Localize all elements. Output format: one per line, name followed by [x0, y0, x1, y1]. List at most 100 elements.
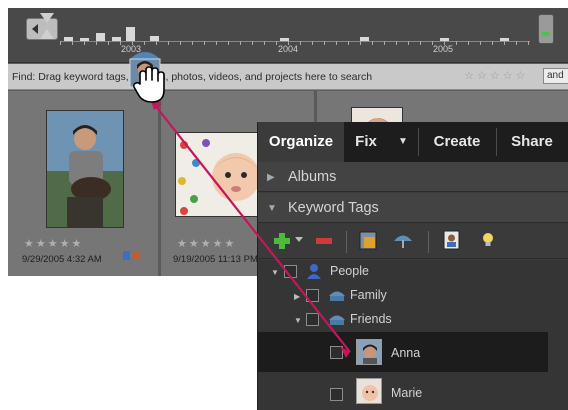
timeline-tick	[228, 41, 229, 45]
timeline-tick	[84, 41, 85, 45]
tag-checkbox[interactable]	[284, 265, 297, 278]
photo-rating-stars[interactable]: ★★★★★	[177, 237, 236, 250]
expand-triangle-icon[interactable]: ▶	[294, 292, 300, 301]
delete-tag-minus-icon[interactable]	[314, 231, 334, 251]
albums-section-label: Albums	[288, 169, 337, 185]
timeline-histogram[interactable]	[60, 16, 530, 45]
timeline-tick	[372, 41, 373, 45]
find-bar[interactable]: Find: Drag keyword tags, albums, photos,…	[8, 64, 568, 90]
timeline-tick	[216, 41, 217, 45]
albums-section-header[interactable]: ▶ Albums	[258, 162, 568, 192]
timeline-tick	[156, 41, 157, 45]
tag-category-icon	[329, 291, 345, 301]
timeline-bar[interactable]	[126, 27, 135, 41]
timeline-tick	[144, 41, 145, 45]
tag-row-friends[interactable]: ▼ Friends	[258, 308, 568, 332]
new-tag-plus-icon[interactable]	[272, 231, 292, 251]
album-badge-icon	[133, 251, 140, 260]
tag-label: People	[330, 264, 369, 278]
timeline-range-marker[interactable]	[40, 13, 54, 43]
timeline-tick	[204, 41, 205, 45]
tag-badge-icon	[123, 251, 130, 260]
timeline-tick	[300, 41, 301, 45]
tab-organize[interactable]: Organize	[258, 122, 344, 162]
timeline-tick	[60, 41, 61, 45]
tag-image-icon[interactable]	[442, 229, 462, 251]
photo-thumbnail[interactable]	[175, 132, 265, 217]
tag-row-people[interactable]: ▼ People	[258, 260, 568, 284]
timeline-tick	[324, 41, 325, 45]
timeline-tick	[420, 41, 421, 45]
expand-triangle-icon: ▶	[267, 172, 275, 183]
grid-divider	[158, 91, 161, 276]
new-tag-dropdown-icon[interactable]	[295, 237, 303, 243]
timeline-tick	[264, 41, 265, 45]
tag-checkbox[interactable]	[330, 346, 343, 359]
tag-row-marie[interactable]: Marie	[258, 374, 568, 410]
tab-create[interactable]: Create	[419, 122, 495, 162]
find-bar-text: Find: Drag keyword tags, albums, photos,…	[12, 71, 373, 83]
people-category-icon	[307, 264, 321, 279]
timeline-tick	[336, 41, 337, 45]
photo-thumbnail[interactable]	[46, 110, 124, 228]
timeline-bar[interactable]	[150, 36, 159, 41]
timeline-year-label: 2004	[278, 44, 299, 54]
lightbulb-icon[interactable]	[480, 231, 496, 251]
timeline-tick	[180, 41, 181, 45]
timeline-tick	[312, 41, 313, 45]
timeline-tick	[516, 41, 517, 45]
timeline-tick	[348, 41, 349, 45]
keyword-tags-section-header[interactable]: ▼ Keyword Tags	[258, 193, 568, 223]
toolbar-separator	[346, 231, 347, 253]
timeline-tick	[276, 41, 277, 45]
tag-label: Friends	[350, 312, 392, 326]
tag-checkbox[interactable]	[306, 313, 319, 326]
timeline-zoom-handle[interactable]	[538, 14, 554, 44]
timeline-tick	[240, 41, 241, 45]
timeline-bar[interactable]	[360, 37, 369, 41]
panel-tab-bar: Organize Fix ▼ Create Share	[258, 122, 568, 162]
photo-rating-stars[interactable]: ★★★★★	[24, 237, 83, 250]
tag-label: Anna	[391, 346, 421, 360]
keyword-tags-section-label: Keyword Tags	[288, 200, 379, 216]
timeline-tick	[408, 41, 409, 45]
timeline-tick	[168, 41, 169, 45]
tag-umbrella-icon[interactable]	[392, 230, 414, 250]
tab-fix[interactable]: Fix	[344, 122, 388, 162]
hand-grab-cursor-icon	[132, 66, 165, 103]
timeline[interactable]: 2003 2004 2005	[8, 8, 568, 63]
keyword-tags-toolbar	[258, 223, 568, 259]
timeline-tick	[72, 41, 73, 45]
photo-date: 9/19/2005 11:13 PM	[173, 254, 258, 265]
collapse-triangle-icon[interactable]: ▼	[294, 316, 302, 325]
edit-tag-icon[interactable]	[358, 229, 380, 251]
timeline-tick	[492, 41, 493, 45]
fix-dropdown-icon[interactable]: ▼	[396, 122, 410, 162]
timeline-tick	[360, 41, 361, 45]
timeline-tick	[480, 41, 481, 45]
timeline-bar[interactable]	[96, 33, 105, 41]
timeline-tick	[108, 41, 109, 45]
tag-face-icon	[356, 378, 382, 404]
timeline-tick	[456, 41, 457, 45]
tag-category-icon	[329, 315, 345, 325]
tag-label: Marie	[391, 386, 423, 400]
tag-label: Family	[350, 288, 387, 302]
woman-with-dog-photo	[47, 111, 123, 227]
tab-share[interactable]: Share	[497, 122, 567, 162]
timeline-tick	[396, 41, 397, 45]
collapse-triangle-icon: ▼	[267, 203, 277, 214]
find-rating-operator-select[interactable]: and	[543, 68, 568, 84]
tag-row-family[interactable]: ▶ Family	[258, 284, 568, 308]
timeline-tick	[96, 41, 97, 45]
tag-checkbox[interactable]	[306, 289, 319, 302]
find-rating-stars[interactable]: ☆☆☆☆☆	[464, 69, 528, 82]
collapse-triangle-icon[interactable]: ▼	[271, 268, 279, 277]
tag-row-anna[interactable]: Anna	[258, 332, 548, 372]
photo-date: 9/29/2005 4:32 AM	[22, 254, 102, 265]
timeline-tick	[252, 41, 253, 45]
tag-checkbox[interactable]	[330, 388, 343, 401]
keyword-tags-tree: ▼ People ▶ Family ▼ Friends Anna Marie	[258, 260, 568, 410]
toolbar-separator	[428, 231, 429, 253]
timeline-year-label: 2005	[433, 44, 454, 54]
